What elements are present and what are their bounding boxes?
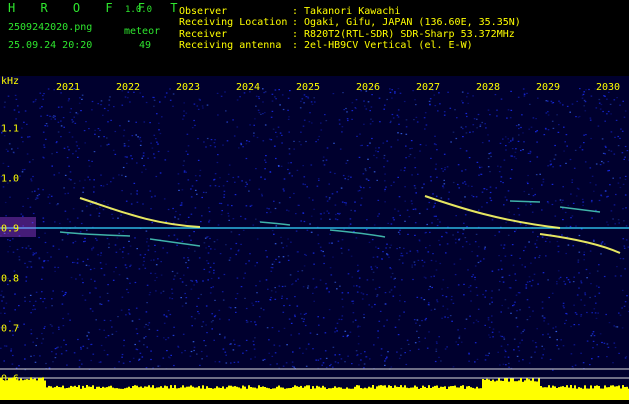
y-tick-label: 0.6 <box>1 374 19 385</box>
spectrogram-panel: kHz 2021 2022 2023 2024 2025 2026 2027 2028 2029 2… <box>0 76 629 400</box>
y-axis-unit: kHz <box>1 76 19 87</box>
x-tick-label: 2026 <box>356 82 380 93</box>
x-tick-label: 2025 <box>296 82 320 93</box>
x-tick-label: 2024 <box>236 82 260 93</box>
header-panel: H R O F F T 1.0.0 2509242020.png meteor … <box>0 0 629 76</box>
y-tick-label: 0.9 <box>1 224 19 235</box>
y-tick-label: 0.8 <box>1 274 19 285</box>
y-tick-label: 0.7 <box>1 324 19 335</box>
x-tick-label: 2027 <box>416 82 440 93</box>
datetime-label: 25.09.24 20:20 <box>8 40 92 52</box>
y-tick-label: 1.1 <box>1 124 19 135</box>
x-tick-label: 2023 <box>176 82 200 93</box>
x-tick-label: 2028 <box>476 82 500 93</box>
antenna-label: Receiving antenna <box>179 40 281 52</box>
antenna-value: : 2el-HB9CV Vertical (el. E-W) <box>292 40 473 52</box>
spectrogram-background <box>0 76 629 400</box>
file-name: 2509242020.png <box>8 22 92 34</box>
spectrogram: kHz 2021 2022 2023 2024 2025 2026 2027 2028 2029 2… <box>0 76 629 400</box>
location-value: : Ogaki, Gifu, JAPAN (136.60E, 35.35N) <box>292 17 521 29</box>
detection-count: 49 <box>139 40 151 52</box>
x-tick-label: 2029 <box>536 82 560 93</box>
meteor-trace <box>510 201 540 202</box>
brand-title: H R O F F T <box>8 2 186 14</box>
location-label: Receiving Location <box>179 17 287 29</box>
x-tick-label: 2030 <box>596 82 620 93</box>
detector-label: meteor <box>124 26 160 38</box>
x-tick-label: 2022 <box>116 82 140 93</box>
x-tick-label: 2021 <box>56 82 80 93</box>
y-tick-label: 1.0 <box>1 174 19 185</box>
version-label: 1.0.0 <box>125 4 152 16</box>
